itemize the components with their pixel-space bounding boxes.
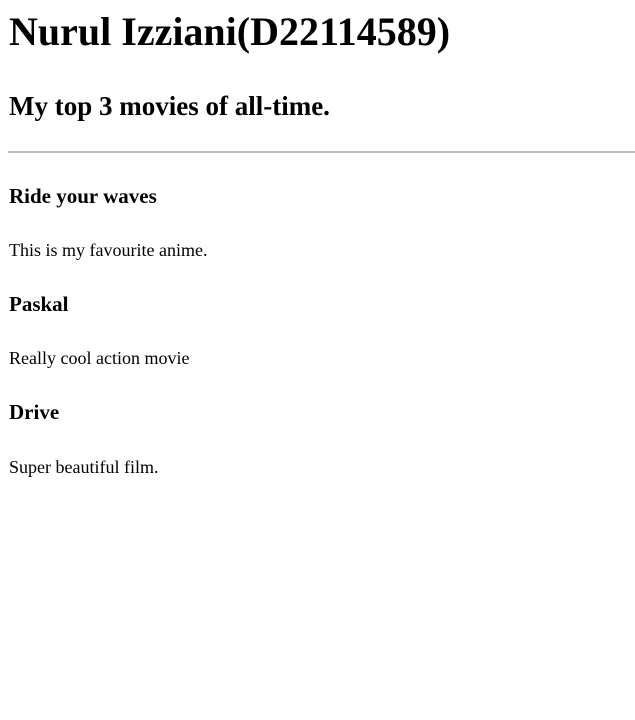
movie-title-2: Paskal bbox=[9, 292, 69, 316]
horizontal-divider bbox=[8, 151, 635, 153]
movie-description-1: This is my favourite anime. bbox=[9, 240, 208, 260]
movie-description-3: Super beautiful film. bbox=[9, 457, 159, 477]
web-page: Nurul Izziani(D22114589) My top 3 movies… bbox=[0, 0, 635, 720]
movie-title-1: Ride your waves bbox=[9, 184, 157, 208]
movie-title-3: Drive bbox=[9, 400, 60, 424]
page-title: Nurul Izziani(D22114589) bbox=[9, 9, 451, 54]
page-subtitle: My top 3 movies of all-time. bbox=[9, 91, 330, 121]
movie-description-2: Really cool action movie bbox=[9, 348, 190, 368]
